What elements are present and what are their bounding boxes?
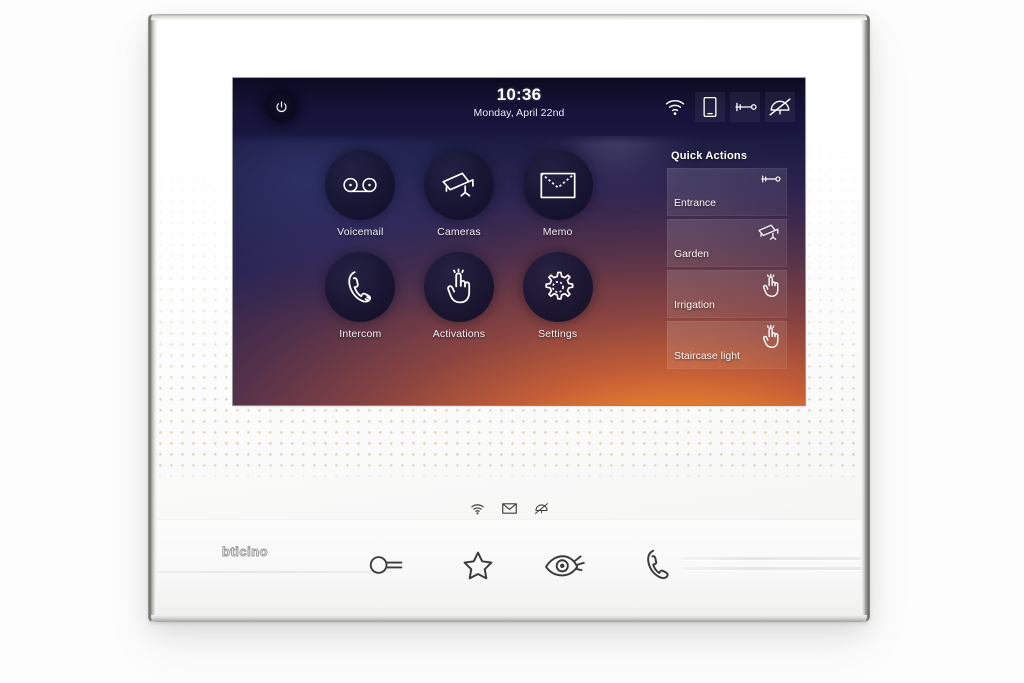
display-bezel: 10:36 Monday, April 22nd Voicemail Camer… — [233, 78, 805, 405]
app-tile-circle — [522, 150, 593, 220]
app-tile-label: Memo — [542, 226, 573, 238]
app-tile-label: Activations — [432, 328, 486, 340]
hand-touch-icon — [761, 324, 781, 354]
status-mobile-icon-button[interactable] — [695, 92, 725, 122]
bticino-indoor-monitor-device: 10:36 Monday, April 22nd Voicemail Camer… — [148, 14, 870, 622]
app-tile-voicemail[interactable]: Voicemail — [311, 150, 410, 238]
speaker-slots — [681, 557, 861, 577]
app-tile-memo[interactable]: Memo — [508, 150, 607, 238]
status-wifi-icon-button[interactable] — [660, 92, 690, 122]
key-icon — [735, 102, 757, 112]
quick-action-label: Staircase light — [674, 350, 740, 362]
app-tile-label: Intercom — [339, 328, 382, 340]
power-button[interactable] — [266, 92, 296, 122]
front-control-bar: bticino — [157, 519, 861, 615]
cctv-camera-icon — [757, 223, 781, 247]
cctv-camera-icon — [442, 172, 474, 197]
quick-action-garden[interactable]: Garden — [667, 219, 787, 267]
key-icon — [369, 556, 403, 574]
brand-logo: bticino — [221, 544, 269, 560]
screenshot-scene: 10:36 Monday, April 22nd Voicemail Camer… — [0, 0, 1024, 683]
app-tile-label: Voicemail — [337, 226, 384, 238]
speaker-slot-line — [681, 557, 861, 560]
self-start-button[interactable] — [538, 545, 592, 585]
key-icon — [759, 172, 781, 191]
favourites-button[interactable] — [451, 545, 505, 585]
bell-muted-icon — [769, 98, 791, 116]
phone-handset-icon — [647, 549, 669, 580]
hand-touch-icon — [447, 268, 471, 304]
app-tile-circle — [423, 252, 494, 322]
answer-call-button[interactable] — [631, 545, 685, 585]
app-tile-settings[interactable]: Settings — [508, 252, 607, 340]
app-tile-activations[interactable]: Activations — [410, 252, 509, 340]
hand-touch-icon — [761, 273, 781, 303]
phone-handset-icon — [348, 271, 372, 303]
app-tile-intercom[interactable]: Intercom — [311, 252, 410, 340]
envelope-icon — [540, 172, 576, 198]
envelope-led-icon — [501, 503, 517, 514]
quick-actions-title: Quick Actions — [671, 150, 748, 162]
app-tile-circle — [325, 150, 396, 220]
quick-action-staircase-light[interactable]: Staircase light — [667, 321, 787, 369]
app-tile-cameras[interactable]: Cameras — [410, 150, 509, 238]
control-bar-divider — [157, 519, 861, 520]
logo-accent-line — [157, 571, 392, 573]
door-lock-button[interactable] — [363, 545, 417, 585]
quick-action-irrigation[interactable]: Irrigation — [667, 270, 787, 318]
status-icon-tray — [660, 92, 795, 122]
voicemail-icon — [343, 177, 377, 193]
device-right-edge — [861, 14, 870, 622]
speaker-slot-line — [681, 567, 861, 570]
app-tile-label: Settings — [538, 328, 578, 340]
touchscreen-display[interactable]: 10:36 Monday, April 22nd Voicemail Camer… — [233, 78, 805, 405]
mobile-phone-icon — [703, 96, 717, 118]
device-left-edge — [148, 14, 157, 622]
wifi-led-icon — [470, 503, 485, 515]
quick-action-label: Garden — [674, 248, 710, 260]
gear-icon — [545, 271, 574, 300]
status-key-icon-button[interactable] — [730, 92, 760, 122]
device-front-panel: 10:36 Monday, April 22nd Voicemail Camer… — [157, 20, 861, 615]
status-ringer-muted-icon-button[interactable] — [765, 92, 795, 122]
quick-action-label: Entrance — [674, 197, 717, 209]
bell-muted-led-icon — [534, 502, 549, 515]
quick-action-label: Irrigation — [674, 299, 715, 311]
quick-action-entrance[interactable]: Entrance — [667, 168, 787, 216]
star-icon — [463, 551, 493, 579]
app-grid: Voicemail Cameras Memo Intercom Activati… — [311, 150, 607, 340]
app-tile-circle — [522, 252, 593, 322]
status-bar: 10:36 Monday, April 22nd — [233, 78, 805, 144]
front-status-led-row — [157, 502, 861, 515]
wifi-icon — [665, 100, 685, 115]
app-tile-label: Cameras — [437, 226, 481, 238]
app-tile-circle — [423, 150, 494, 220]
app-tile-circle — [325, 252, 396, 322]
quick-actions-panel: Quick Actions Entrance Garden Irrigation… — [667, 150, 787, 372]
eye-icon — [545, 555, 585, 577]
device-bottom-edge — [151, 615, 867, 622]
power-icon — [275, 100, 287, 112]
